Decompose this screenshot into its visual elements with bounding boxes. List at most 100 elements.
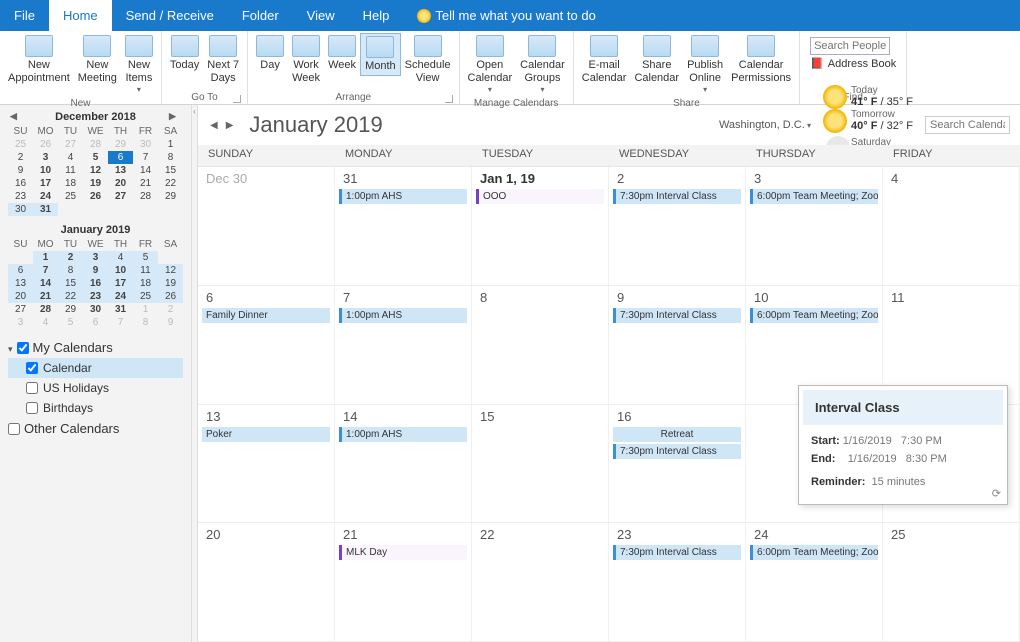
calendar-event[interactable]: 1:00pm AHS [339, 427, 467, 442]
mini-day[interactable]: 24 [33, 190, 58, 203]
dialog-launcher-icon[interactable] [445, 95, 453, 103]
mini-prev-icon[interactable]: ◀ [10, 111, 22, 123]
mini-day[interactable]: 22 [158, 177, 183, 190]
mini-day[interactable]: 5 [58, 316, 83, 329]
calendar-event[interactable]: 7:30pm Interval Class [613, 308, 741, 323]
mini-day[interactable]: 5 [133, 251, 158, 264]
mini-day[interactable]: 26 [83, 190, 108, 203]
calendar-item-us-holidays[interactable]: US Holidays [8, 378, 183, 398]
other-calendars-checkbox[interactable] [8, 423, 20, 435]
new-items-button[interactable]: NewItems▾ [121, 33, 157, 97]
day-cell[interactable]: 13Poker [198, 405, 335, 523]
address-book-button[interactable]: 📕Address Book [810, 57, 896, 70]
mini-day[interactable]: 10 [108, 264, 133, 277]
mini-day[interactable]: 27 [8, 303, 33, 316]
mini-day[interactable] [83, 203, 108, 216]
mini-day[interactable]: 28 [33, 303, 58, 316]
mini-day[interactable]: 1 [33, 251, 58, 264]
my-calendars-header[interactable]: My Calendars [8, 337, 183, 358]
mini-day[interactable]: 18 [133, 277, 158, 290]
mini-day[interactable]: 20 [108, 177, 133, 190]
mini-day[interactable] [8, 251, 33, 264]
today-button[interactable]: Today [166, 33, 203, 74]
mini-day[interactable]: 11 [133, 264, 158, 277]
mini-next-icon[interactable]: ▶ [169, 111, 181, 123]
mini-day[interactable]: 29 [58, 303, 83, 316]
mini-day[interactable]: 23 [8, 190, 33, 203]
schedule-view-button[interactable]: ScheduleView [401, 33, 455, 87]
open-calendar-button[interactable]: OpenCalendar▾ [464, 33, 517, 97]
mini-day[interactable]: 24 [108, 290, 133, 303]
mini-day[interactable]: 30 [133, 138, 158, 151]
mini-day[interactable]: 31 [33, 203, 58, 216]
mini-day[interactable]: 23 [83, 290, 108, 303]
calendar-event[interactable]: Family Dinner [202, 308, 330, 323]
mini-day[interactable] [133, 203, 158, 216]
mini-day[interactable]: 13 [108, 164, 133, 177]
mini-day[interactable]: 19 [158, 277, 183, 290]
mini-day[interactable]: 7 [133, 151, 158, 164]
mini-day[interactable]: 26 [158, 290, 183, 303]
calendar-event[interactable]: Retreat [613, 427, 741, 442]
calendar-event[interactable]: 6:00pm Team Meeting; Zoom [750, 545, 878, 560]
mini-day[interactable]: 29 [108, 138, 133, 151]
refresh-icon[interactable]: ⟳ [992, 487, 1001, 500]
mini-day[interactable]: 14 [133, 164, 158, 177]
day-cell[interactable]: 246:00pm Team Meeting; Zoom [746, 523, 883, 641]
new-meeting-button[interactable]: NewMeeting [74, 33, 121, 87]
mini-day[interactable]: 20 [8, 290, 33, 303]
menu-tab-help[interactable]: Help [349, 0, 404, 31]
mini-day[interactable]: 3 [8, 316, 33, 329]
cal-prev-icon[interactable]: ◀ [208, 118, 220, 133]
day-cell[interactable]: 71:00pm AHS [335, 286, 472, 404]
mini-day[interactable]: 21 [33, 290, 58, 303]
next7-button[interactable]: Next 7Days [203, 33, 243, 87]
day-cell[interactable]: 20 [198, 523, 335, 641]
day-cell[interactable]: 237:30pm Interval Class [609, 523, 746, 641]
day-cell[interactable]: 27:30pm Interval Class [609, 167, 746, 285]
calendar-event[interactable]: 1:00pm AHS [339, 189, 467, 204]
day-cell[interactable]: 15 [472, 405, 609, 523]
calendar-event[interactable]: 6:00pm Team Meeting; Zoom [750, 189, 878, 204]
calendar-event[interactable]: 7:30pm Interval Class [613, 444, 741, 459]
day-cell[interactable]: 16Retreat7:30pm Interval Class [609, 405, 746, 523]
mini-day[interactable]: 28 [83, 138, 108, 151]
day-cell[interactable]: Dec 30 [198, 167, 335, 285]
mini-day[interactable]: 4 [33, 316, 58, 329]
mini-day[interactable]: 12 [158, 264, 183, 277]
mini-day[interactable]: 1 [158, 138, 183, 151]
mini-day[interactable]: 7 [108, 316, 133, 329]
calendar-item-calendar[interactable]: Calendar [8, 358, 183, 378]
mini-day[interactable]: 3 [83, 251, 108, 264]
dialog-launcher-icon[interactable] [233, 95, 241, 103]
day-cell[interactable]: 97:30pm Interval Class [609, 286, 746, 404]
mini-day[interactable]: 30 [8, 203, 33, 216]
day-cell[interactable]: 36:00pm Team Meeting; Zoom [746, 167, 883, 285]
mini-day[interactable]: 9 [158, 316, 183, 329]
calendar-event[interactable]: 7:30pm Interval Class [613, 545, 741, 560]
menu-tab-file[interactable]: File [0, 0, 49, 31]
mini-day[interactable]: 8 [158, 151, 183, 164]
day-cell[interactable]: 22 [472, 523, 609, 641]
mini-day[interactable]: 13 [8, 277, 33, 290]
menu-tab-send-receive[interactable]: Send / Receive [112, 0, 228, 31]
workweek-button[interactable]: WorkWeek [288, 33, 324, 87]
mini-day[interactable]: 17 [33, 177, 58, 190]
weather-location[interactable]: Washington, D.C. [719, 119, 811, 131]
mini-day[interactable]: 19 [83, 177, 108, 190]
day-button[interactable]: Day [252, 33, 288, 74]
mini-day[interactable]: 2 [158, 303, 183, 316]
mini-day[interactable]: 26 [33, 138, 58, 151]
mini-cal-title[interactable]: January 2019 [61, 224, 131, 236]
menu-tab-folder[interactable]: Folder [228, 0, 293, 31]
calendar-event[interactable]: MLK Day [339, 545, 467, 560]
mini-day[interactable]: 3 [33, 151, 58, 164]
mini-day[interactable]: 1 [133, 303, 158, 316]
mini-day[interactable]: 27 [58, 138, 83, 151]
email-calendar-button[interactable]: E-mailCalendar [578, 33, 631, 87]
weather-today[interactable]: Today41° F / 35° F [823, 85, 913, 109]
calendar-permissions-button[interactable]: CalendarPermissions [727, 33, 795, 87]
calendar-checkbox[interactable] [26, 402, 38, 414]
month-button[interactable]: Month [360, 33, 401, 76]
mini-day[interactable]: 25 [58, 190, 83, 203]
